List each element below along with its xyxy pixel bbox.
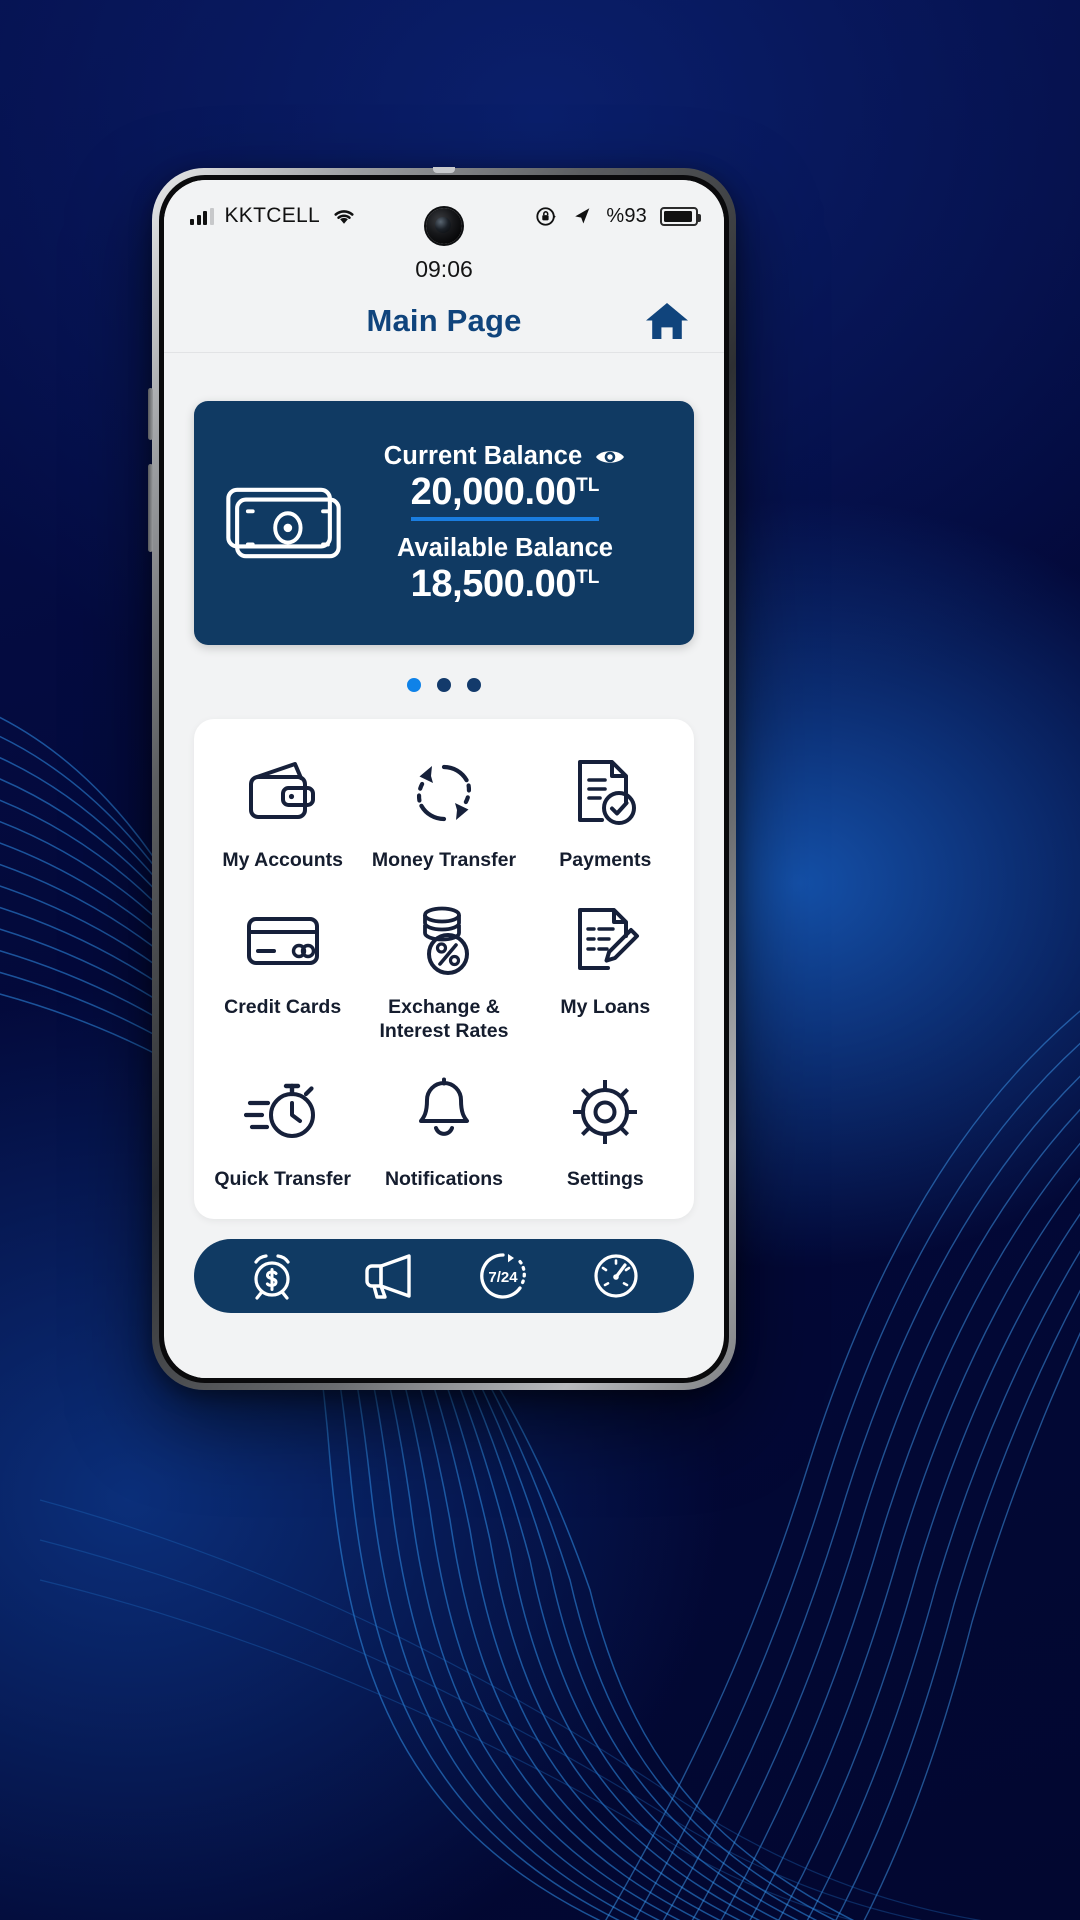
menu-tile-settings[interactable]: Settings bbox=[525, 1064, 686, 1195]
credit-card-icon bbox=[244, 898, 322, 982]
current-balance-label: Current Balance bbox=[383, 442, 583, 471]
menu-grid: My Accounts Money Transfer Payments Cred… bbox=[194, 719, 694, 1219]
carousel-dot-2[interactable] bbox=[437, 678, 451, 692]
speedometer-icon[interactable] bbox=[590, 1250, 642, 1302]
money-transfer-icon bbox=[408, 751, 480, 835]
available-balance-value: 18,500.00 TL bbox=[410, 562, 600, 605]
carousel-dot-1[interactable] bbox=[407, 678, 421, 692]
menu-tile-label: Money Transfer bbox=[371, 849, 517, 871]
menu-tile-exchange-interest-rates[interactable]: Exchange & Interest Rates bbox=[363, 892, 524, 1047]
gear-icon bbox=[569, 1070, 641, 1154]
available-balance-amount: 18,500.00 bbox=[410, 562, 577, 605]
current-balance-currency: TL bbox=[576, 475, 600, 497]
menu-tile-my-accounts[interactable]: My Accounts bbox=[202, 745, 363, 876]
navigation-gesture-area bbox=[164, 1352, 724, 1378]
stopwatch-fast-icon bbox=[243, 1070, 322, 1154]
menu-tile-quick-transfer[interactable]: Quick Transfer bbox=[202, 1064, 363, 1195]
available-balance-currency: TL bbox=[576, 566, 600, 588]
phone-device-frame: KKTCELL %93 09:06 Main Page Current Bala… bbox=[148, 167, 736, 1390]
current-balance-row: Current Balance bbox=[384, 442, 626, 471]
quick-action-bar: 7/24 bbox=[194, 1238, 694, 1313]
menu-tile-label: Exchange & Interest Rates bbox=[379, 996, 509, 1043]
balance-texts: Current Balance 20,000.00 TL Available B… bbox=[342, 442, 668, 604]
carousel-dots[interactable] bbox=[194, 678, 694, 692]
status-bar-right: %93 bbox=[535, 204, 701, 228]
menu-tile-payments[interactable]: Payments bbox=[525, 745, 686, 876]
status-bar: KKTCELL %93 bbox=[164, 180, 724, 252]
menu-tile-label: Payments bbox=[559, 849, 652, 871]
menu-tile-notifications[interactable]: Notifications bbox=[363, 1064, 524, 1195]
phone-screen: KKTCELL %93 09:06 Main Page Current Bala… bbox=[164, 180, 724, 1378]
menu-tile-label: Notifications bbox=[384, 1167, 504, 1190]
current-balance-value: 20,000.00 TL bbox=[410, 471, 600, 521]
status-bar-left: KKTCELL bbox=[190, 204, 357, 228]
volume-button[interactable] bbox=[148, 388, 153, 440]
eye-icon[interactable] bbox=[594, 446, 626, 468]
app-content: Current Balance 20,000.00 TL Available B… bbox=[164, 353, 724, 1352]
megaphone-icon[interactable] bbox=[359, 1252, 417, 1300]
menu-tile-my-loans[interactable]: My Loans bbox=[525, 892, 686, 1047]
app-header: Main Page bbox=[164, 289, 724, 353]
menu-tile-money-transfer[interactable]: Money Transfer bbox=[363, 745, 524, 876]
home-icon[interactable] bbox=[644, 300, 690, 342]
clock: 09:06 bbox=[415, 256, 473, 282]
menu-tile-label: My Loans bbox=[560, 996, 651, 1019]
power-button[interactable] bbox=[148, 464, 153, 552]
screen-rotation-lock-icon bbox=[535, 205, 558, 228]
wifi-icon bbox=[331, 206, 357, 226]
payments-document-check-icon bbox=[570, 751, 640, 835]
battery-percent: %93 bbox=[606, 204, 647, 227]
menu-tile-credit-cards[interactable]: Credit Cards bbox=[202, 892, 363, 1047]
carousel-dot-3[interactable] bbox=[467, 678, 481, 692]
page-title: Main Page bbox=[366, 302, 522, 338]
menu-tile-label: Quick Transfer bbox=[214, 1167, 351, 1190]
menu-tile-label: Settings bbox=[566, 1167, 644, 1190]
menu-tile-label: Credit Cards bbox=[224, 996, 342, 1019]
location-arrow-icon bbox=[571, 205, 593, 227]
current-balance-amount: 20,000.00 bbox=[410, 471, 577, 514]
balance-card[interactable]: Current Balance 20,000.00 TL Available B… bbox=[194, 401, 694, 645]
bell-icon bbox=[413, 1070, 475, 1154]
carrier-name: KKTCELL bbox=[224, 204, 320, 227]
phone-bezel: KKTCELL %93 09:06 Main Page Current Bala… bbox=[159, 167, 729, 1383]
menu-tile-label: My Accounts bbox=[222, 849, 343, 871]
alarm-dollar-icon[interactable] bbox=[246, 1250, 298, 1302]
battery-full-icon bbox=[660, 206, 701, 226]
wallet-icon bbox=[245, 751, 321, 835]
coins-percent-icon bbox=[408, 898, 480, 982]
seven-twentyfour-label: 7/24 bbox=[489, 1269, 519, 1286]
seven-twentyfour-icon[interactable]: 7/24 bbox=[477, 1250, 529, 1302]
front-camera bbox=[426, 208, 462, 244]
loan-document-pen-icon bbox=[570, 898, 640, 982]
available-balance-label: Available Balance bbox=[397, 533, 613, 562]
banknote-icon bbox=[224, 482, 342, 564]
cellular-signal-icon bbox=[190, 207, 214, 225]
